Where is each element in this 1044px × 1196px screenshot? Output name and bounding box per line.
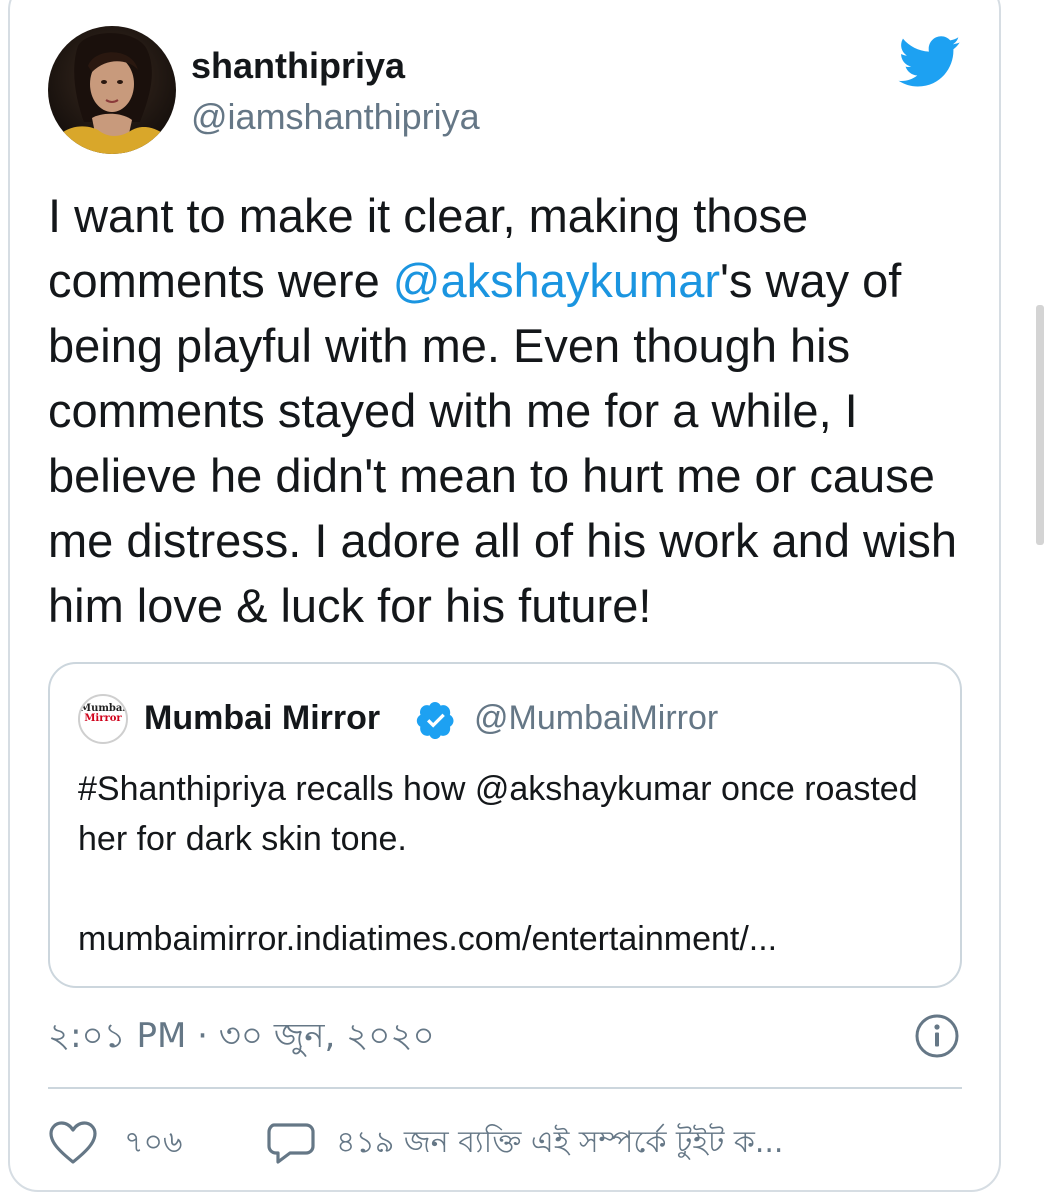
author-display-name[interactable]: shanthipriya: [191, 44, 405, 88]
speech-bubble-icon: [267, 1123, 315, 1164]
quoted-tweet[interactable]: Mumbai Mirror Mumbai Mirror @MumbaiMirro…: [48, 662, 962, 988]
tweet-text-part: 's way of being playful with me. Even th…: [48, 254, 958, 632]
divider: [48, 1087, 962, 1089]
mention-link[interactable]: @akshaykumar: [393, 254, 720, 307]
quoted-handle: @MumbaiMirror: [474, 699, 719, 737]
logo-text: Mirror: [84, 713, 122, 724]
reply-button[interactable]: ৪১৯ জন ব্যক্তি এই সম্পর্কে টুইট ক...: [266, 1118, 783, 1168]
author-handle[interactable]: @iamshanthipriya: [191, 95, 480, 139]
twitter-bird-icon[interactable]: [898, 36, 962, 88]
mumbai-mirror-logo: Mumbai Mirror: [78, 694, 128, 744]
like-button[interactable]: ৭০৬: [48, 1118, 183, 1168]
tweet-timestamp[interactable]: ২:০১ PM · ৩০ জুন, ২০২০: [48, 1014, 435, 1058]
quoted-display-name: Mumbai Mirror: [144, 699, 381, 737]
tweet-body: I want to make it clear, making those co…: [48, 183, 968, 638]
quoted-link[interactable]: mumbaimirror.indiatimes.com/entertainmen…: [78, 914, 938, 964]
like-count: ৭০৬: [124, 1124, 183, 1160]
author-avatar[interactable]: [48, 26, 176, 154]
heart-icon: [49, 1121, 97, 1164]
scrollbar[interactable]: [1036, 305, 1044, 545]
verified-badge-icon: [416, 702, 454, 739]
quoted-text: #Shanthipriya recalls how @akshaykumar o…: [78, 770, 918, 858]
info-icon[interactable]: [914, 1013, 960, 1059]
reply-label: ৪১৯ জন ব্যক্তি এই সম্পর্কে টুইট ক...: [336, 1124, 784, 1160]
